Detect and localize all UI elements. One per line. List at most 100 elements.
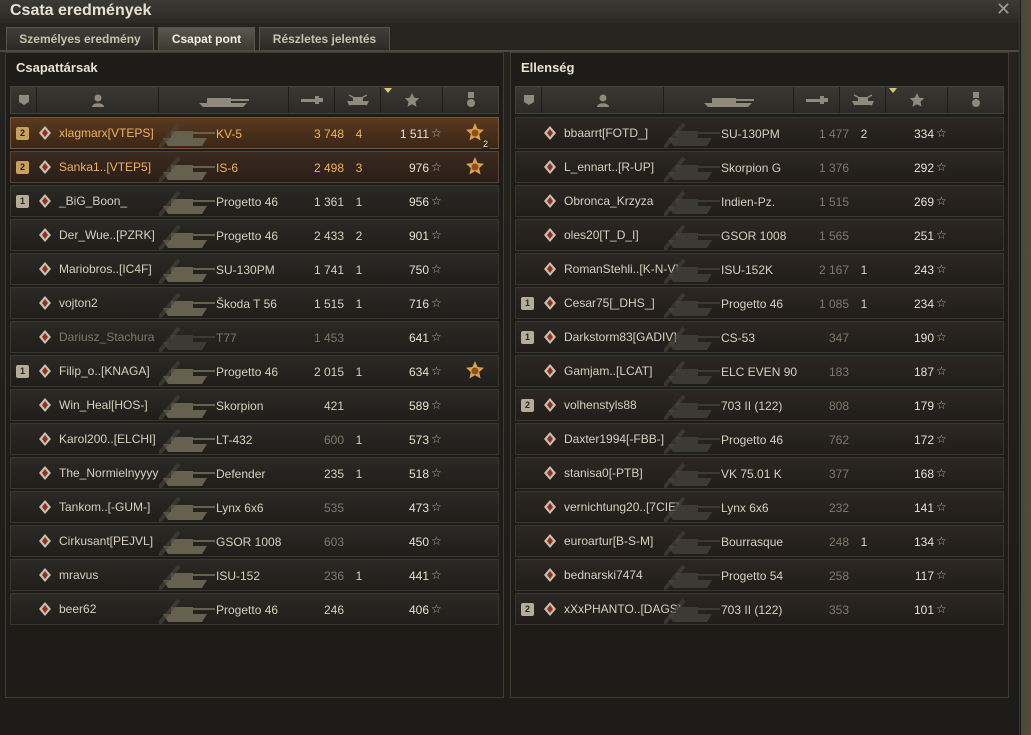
- table-row[interactable]: stanisa0[-PTB] VK 75.01 K 377 168 ☆: [515, 457, 1004, 490]
- tank-name: ELC EVEN 90: [721, 365, 798, 379]
- tank-icon: [157, 188, 217, 218]
- tank-name: GSOR 1008: [721, 229, 787, 243]
- table-row[interactable]: beer62 Progetto 46 246 406 ☆: [10, 593, 499, 626]
- damage-value: 1 565: [818, 229, 849, 243]
- table-row[interactable]: Tankom..[-GUM-] Lynx 6x6 535 473 ☆: [10, 491, 499, 524]
- star-icon: ☆: [431, 364, 442, 378]
- xp-column-star-icon[interactable]: [381, 87, 443, 113]
- tab-team-score[interactable]: Csapat pont: [158, 27, 255, 50]
- star-icon: ☆: [936, 364, 947, 378]
- player-column-icon[interactable]: [37, 87, 159, 113]
- allies-column-header: [10, 86, 499, 114]
- tank-name: 703 II (122): [721, 603, 783, 617]
- tank-icon: [662, 188, 722, 218]
- medal-icon[interactable]: 2: [463, 122, 490, 149]
- damage-value: 1 376: [818, 161, 849, 175]
- table-row[interactable]: RomanStehli..[K-N-V] ISU-152K 2 167 1 243 ☆: [515, 253, 1004, 286]
- xp-value: 251: [913, 229, 934, 243]
- table-row[interactable]: 1 _BiG_Boon_ Progetto 46 1 361 1 956 ☆: [10, 185, 499, 218]
- platoon-number-badge: 1: [521, 331, 534, 344]
- player-name: volhenstyls88: [564, 398, 637, 412]
- damage-value: 600: [323, 433, 344, 447]
- damage-value: 235: [323, 467, 344, 481]
- table-row[interactable]: 2 xXxPHANTO..[DAGS] 703 II (122) 353 101 ☆: [515, 593, 1004, 626]
- table-row[interactable]: 2 xlagmarx[VTEPS] KV-5 3 748 4 1 511 ☆ 2: [10, 117, 499, 150]
- medal-column-icon[interactable]: [948, 87, 1004, 113]
- damage-value: 1 361: [313, 195, 344, 209]
- table-row[interactable]: 1 Cesar75[_DHS_] Progetto 46 1 085 1 234 ☆: [515, 287, 1004, 320]
- table-row[interactable]: Der_Wue..[PZRK] Progetto 46 2 433 2 901 ☆: [10, 219, 499, 252]
- player-name: _BiG_Boon_: [59, 194, 128, 208]
- star-icon: ☆: [936, 398, 947, 412]
- rank-badge-icon: [541, 192, 559, 210]
- damage-column-icon[interactable]: [289, 87, 335, 113]
- tank-icon: [662, 562, 722, 592]
- table-row[interactable]: Gamjam..[LCAT] ELC EVEN 90 183 187 ☆: [515, 355, 1004, 388]
- table-row[interactable]: 2 volhenstyls88 703 II (122) 808 179 ☆: [515, 389, 1004, 422]
- xp-value: 172: [913, 433, 934, 447]
- rank-badge-icon: [36, 192, 54, 210]
- tank-name: ISU-152: [216, 569, 261, 583]
- xp-column-star-icon[interactable]: [886, 87, 948, 113]
- table-row[interactable]: oles20[T_D_I] GSOR 1008 1 565 251 ☆: [515, 219, 1004, 252]
- table-row[interactable]: Daxter1994[-FBB-] Progetto 46 762 172 ☆: [515, 423, 1004, 456]
- damage-value: 232: [828, 501, 849, 515]
- medal-column-icon[interactable]: [443, 87, 499, 113]
- star-icon: ☆: [936, 500, 947, 514]
- xp-value: 243: [913, 263, 934, 277]
- kills-column-icon[interactable]: [335, 87, 381, 113]
- rank-badge-icon: [541, 260, 559, 278]
- player-name: oles20[T_D_I]: [564, 228, 639, 242]
- star-icon: ☆: [936, 160, 947, 174]
- medal-icon[interactable]: [463, 156, 487, 180]
- table-row[interactable]: Win_Heal[HOS-] Skorpion 421 589 ☆: [10, 389, 499, 422]
- damage-value: 347: [828, 331, 849, 345]
- player-name: Daxter1994[-FBB-]: [564, 432, 665, 446]
- star-icon: ☆: [431, 466, 442, 480]
- xp-value: 292: [913, 161, 934, 175]
- rank-badge-icon: [36, 600, 54, 618]
- tank-name: ISU-152K: [721, 263, 774, 277]
- table-row[interactable]: The_Normielnyyyy Defender 235 1 518 ☆: [10, 457, 499, 490]
- table-row[interactable]: vernichtung20..[7CIE] Lynx 6x6 232 141 ☆: [515, 491, 1004, 524]
- close-icon[interactable]: ✕: [996, 0, 1011, 20]
- table-row[interactable]: Mariobros..[IC4F] SU-130PM 1 741 1 750 ☆: [10, 253, 499, 286]
- medal-icon[interactable]: [463, 360, 487, 384]
- player-name: vojton2: [59, 296, 98, 310]
- damage-value: 183: [828, 365, 849, 379]
- platoon-column-icon[interactable]: [516, 87, 542, 113]
- xp-value: 750: [408, 263, 429, 277]
- player-column-icon[interactable]: [542, 87, 664, 113]
- table-row[interactable]: bbaarrt[FOTD_] SU-130PM 1 477 2 334 ☆: [515, 117, 1004, 150]
- enemies-title: Ellenség: [521, 60, 575, 75]
- table-row[interactable]: 2 Sanka1..[VTEP5] IS-6 2 498 3 976 ☆: [10, 151, 499, 184]
- star-icon: ☆: [936, 262, 947, 276]
- tank-name: Progetto 46: [216, 365, 279, 379]
- tank-icon: [157, 426, 217, 456]
- tank-icon: [662, 392, 722, 422]
- table-row[interactable]: bednarski7474 Progetto 54 258 117 ☆: [515, 559, 1004, 592]
- table-row[interactable]: Obronca_Krzyza Indien-Pz. 1 515 269 ☆: [515, 185, 1004, 218]
- table-row[interactable]: Karol200..[ELCHI] LT-432 600 1 573 ☆: [10, 423, 499, 456]
- xp-value: 573: [408, 433, 429, 447]
- table-row[interactable]: euroartur[B-S-M] Bourrasque 248 1 134 ☆: [515, 525, 1004, 558]
- table-row[interactable]: L_ennart..[R-UP] Skorpion G 1 376 292 ☆: [515, 151, 1004, 184]
- xp-value: 1 511: [399, 127, 429, 141]
- tank-column-icon[interactable]: [159, 87, 289, 113]
- table-row[interactable]: 1 Darkstorm83[GADIV] CS-53 347 190 ☆: [515, 321, 1004, 354]
- tank-name: Lynx 6x6: [721, 501, 769, 515]
- tank-icon: [157, 460, 217, 490]
- tab-detailed-report[interactable]: Részletes jelentés: [259, 27, 390, 50]
- platoon-column-icon[interactable]: [11, 87, 37, 113]
- tank-column-icon[interactable]: [664, 87, 794, 113]
- damage-column-icon[interactable]: [794, 87, 840, 113]
- table-row[interactable]: Dariusz_Stachura T77 1 453 641 ☆: [10, 321, 499, 354]
- damage-value: 1 453: [313, 331, 344, 345]
- table-row[interactable]: mravus ISU-152 236 1 441 ☆: [10, 559, 499, 592]
- damage-value: 377: [828, 467, 849, 481]
- tab-personal-results[interactable]: Személyes eredmény: [6, 27, 154, 50]
- table-row[interactable]: vojton2 Škoda T 56 1 515 1 716 ☆: [10, 287, 499, 320]
- table-row[interactable]: Cirkusant[PEJVL] GSOR 1008 603 450 ☆: [10, 525, 499, 558]
- table-row[interactable]: 1 Filip_o..[KNAGA] Progetto 46 2 015 1 634 ☆: [10, 355, 499, 388]
- kills-column-icon[interactable]: [840, 87, 886, 113]
